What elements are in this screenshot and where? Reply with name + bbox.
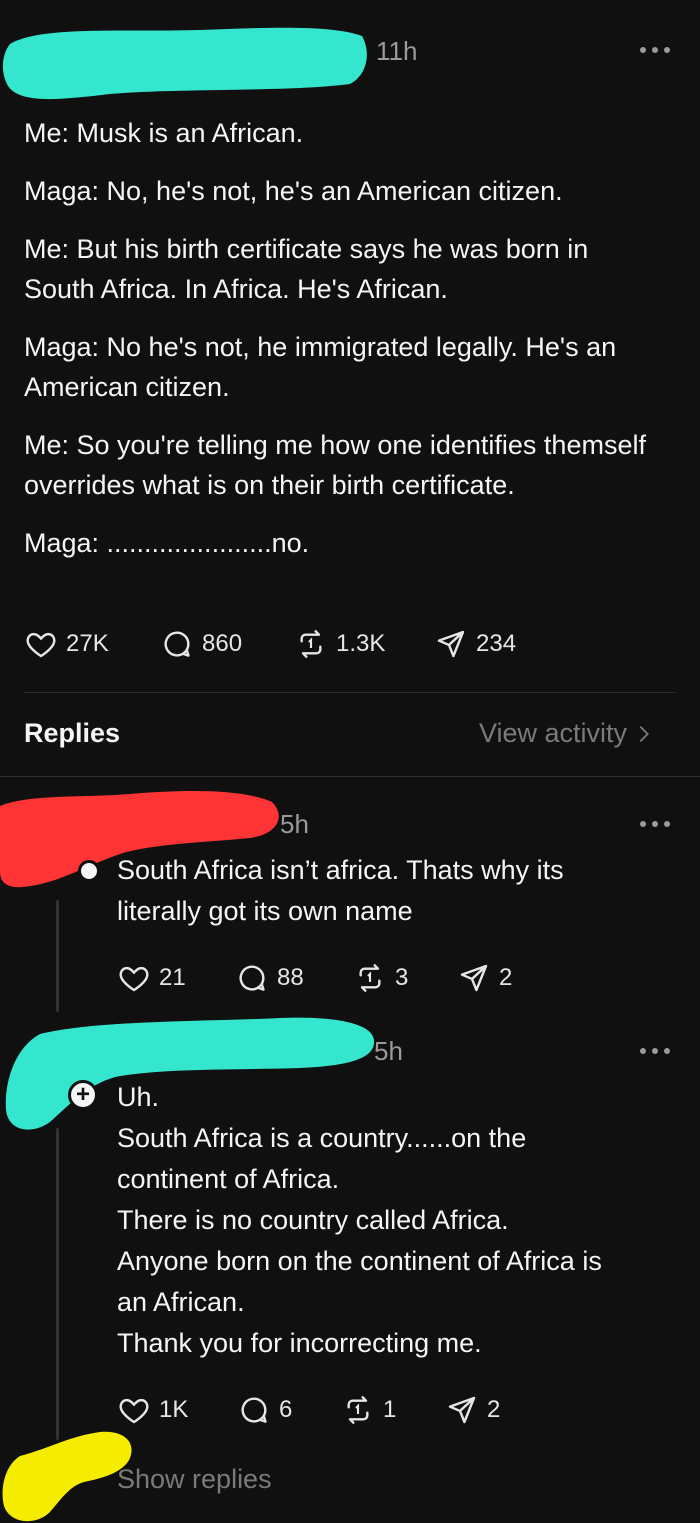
- reply-time: 5h: [280, 809, 309, 839]
- repost-count: 1: [383, 1396, 397, 1423]
- show-replies-link[interactable]: Show replies: [117, 1464, 272, 1495]
- more-icon[interactable]: [640, 1048, 670, 1056]
- repost-icon: [300, 630, 322, 658]
- share-count: 234: [476, 630, 517, 657]
- divider: [24, 692, 676, 693]
- heart-icon: [119, 966, 149, 992]
- reply-body: South Africa isn’t africa. Thats why its…: [117, 850, 677, 932]
- like-count: 1K: [159, 1396, 189, 1423]
- chevron-right-icon: [639, 725, 650, 742]
- replies-title: Replies: [24, 718, 121, 748]
- post-line: Me: So you're telling me how one identif…: [24, 430, 646, 500]
- redaction-teal-top: [2, 27, 367, 100]
- post-line: Me: But his birth certificate says he wa…: [24, 234, 589, 304]
- share-count: 2: [487, 1396, 501, 1423]
- reply-time: 5h: [374, 1036, 403, 1066]
- more-icon[interactable]: [640, 47, 670, 55]
- divider: [0, 776, 700, 777]
- comment-count: 88: [277, 964, 304, 991]
- comment-button[interactable]: 88: [235, 962, 353, 994]
- share-count: 2: [499, 964, 513, 991]
- post-line: Maga: ......................no.: [24, 528, 310, 558]
- thread-line: [56, 1128, 59, 1440]
- reply-line: There is no country called Africa.: [117, 1205, 509, 1235]
- reply-line: literally got its own name: [117, 896, 413, 926]
- share-icon: [460, 964, 488, 992]
- repost-icon: [359, 964, 381, 992]
- like-button[interactable]: 27K: [24, 628, 160, 660]
- post-line: Me: Musk is an African.: [24, 118, 304, 148]
- reply-actions: 1K 6 1 2: [117, 1394, 500, 1426]
- reply-line: Thank you for incorrecting me.: [117, 1328, 482, 1358]
- reply-line: Anyone born on the continent of Africa i…: [117, 1246, 602, 1276]
- reply-line: Uh.: [117, 1082, 160, 1112]
- share-button[interactable]: 234: [434, 628, 516, 660]
- repost-count: 3: [395, 964, 409, 991]
- heart-icon: [26, 632, 56, 658]
- heart-icon: [119, 1398, 149, 1424]
- repost-icon: [347, 1396, 369, 1424]
- post-time: 11h: [376, 36, 418, 66]
- comment-button[interactable]: 860: [160, 628, 294, 660]
- share-icon: [437, 630, 465, 658]
- comment-count: 860: [202, 630, 243, 657]
- share-button[interactable]: 2: [457, 962, 512, 994]
- plus-icon[interactable]: +: [68, 1080, 98, 1110]
- reply-line: South Africa isn’t africa. Thats why its: [117, 855, 564, 885]
- comment-count: 6: [279, 1396, 293, 1423]
- redaction-yellow: [2, 1431, 132, 1522]
- comment-icon: [239, 965, 265, 991]
- like-button[interactable]: 1K: [117, 1394, 237, 1426]
- post-body: Me: Musk is an African. Maga: No, he's n…: [24, 113, 664, 581]
- view-activity-link[interactable]: View activity: [479, 718, 655, 749]
- repost-count: 1.3K: [336, 630, 386, 657]
- view-activity-label: View activity: [479, 718, 628, 748]
- share-button[interactable]: 2: [445, 1394, 500, 1426]
- reply-line: South Africa is a country......on the: [117, 1123, 527, 1153]
- reply-line: an African.: [117, 1287, 245, 1317]
- post-actions: 27K 860 1.3K 234: [24, 628, 516, 660]
- share-icon: [448, 1396, 476, 1424]
- reply-actions: 21 88 3 2: [117, 962, 512, 994]
- post-line: Maga: No, he's not, he's an American cit…: [24, 176, 563, 206]
- comment-button[interactable]: 6: [237, 1394, 341, 1426]
- post-line: Maga: No he's not, he immigrated legally…: [24, 332, 617, 402]
- comment-icon: [164, 631, 190, 657]
- like-count: 21: [159, 964, 186, 991]
- thread-line: [56, 900, 59, 1012]
- reply-body: Uh. South Africa is a country......on th…: [117, 1077, 677, 1364]
- avatar-edge: [78, 860, 100, 882]
- reply-line: continent of Africa.: [117, 1164, 340, 1194]
- more-icon[interactable]: [640, 821, 670, 829]
- like-button[interactable]: 21: [117, 962, 235, 994]
- comment-icon: [241, 1397, 267, 1423]
- repost-button[interactable]: 1: [341, 1394, 445, 1426]
- like-count: 27K: [66, 630, 109, 657]
- repost-button[interactable]: 1.3K: [294, 628, 434, 660]
- repost-button[interactable]: 3: [353, 962, 457, 994]
